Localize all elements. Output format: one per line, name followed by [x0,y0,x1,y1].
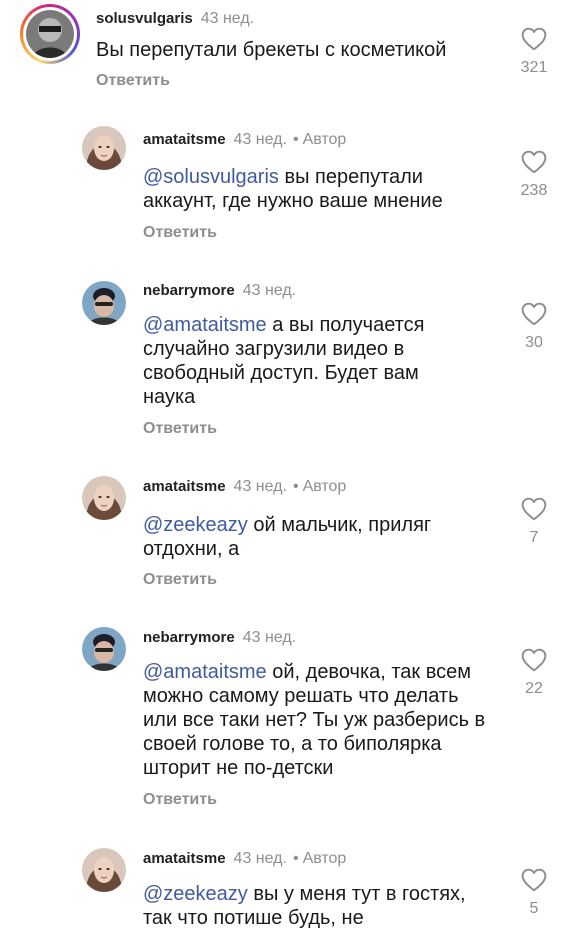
like-button[interactable]: 321 [514,27,554,77]
avatar[interactable] [82,281,126,325]
heart-outline-icon[interactable] [521,27,547,51]
avatar[interactable] [82,627,126,671]
like-button[interactable]: 5 [514,868,554,918]
like-count: 30 [525,334,543,351]
timestamp: 43 нед. [200,10,255,27]
author-badge: Автор [302,478,347,495]
like-button[interactable]: 238 [514,150,554,200]
username[interactable]: solusvulgaris [96,10,193,27]
heart-outline-icon[interactable] [521,497,547,521]
username[interactable]: amataitsme [143,478,226,495]
mention-link[interactable]: @solusvulgaris [143,166,279,188]
timestamp: 43 нед. [233,850,287,867]
username[interactable]: nebarrymore [143,629,235,646]
heart-outline-icon[interactable] [521,302,547,326]
avatar-photo-icon [82,281,126,325]
avatar[interactable] [82,848,126,892]
like-button[interactable]: 30 [514,302,554,352]
timestamp: 43 нед. [233,478,287,495]
comment-meta: amataitsme 43 нед. • Автор [143,130,346,150]
author-badge: Автор [302,131,347,148]
avatar-photo-icon [82,126,126,170]
comment-body: Вы перепутали брекеты с косметикой [96,39,447,61]
comment-meta: solusvulgaris 43 нед. [96,9,254,29]
like-count: 7 [529,529,539,546]
separator-dot: • [292,850,299,867]
mention-link[interactable]: @amataitsme [143,314,267,336]
mention-link[interactable]: @amataitsme [143,661,267,683]
like-count: 22 [525,680,543,697]
avatar-photo-icon [82,627,126,671]
reply-button[interactable]: Ответить [143,570,217,590]
timestamp: 43 нед. [233,131,287,148]
avatar[interactable] [82,126,126,170]
heart-outline-icon[interactable] [521,150,547,174]
like-count: 5 [529,900,539,917]
avatar-photo-icon [82,476,126,520]
like-count: 238 [520,182,548,199]
like-button[interactable]: 7 [514,497,554,547]
avatar-photo-icon [26,10,74,58]
like-button[interactable]: 22 [514,648,554,698]
heart-outline-icon[interactable] [521,868,547,892]
comment-text: @zeekeazy ой мальчик, приляг отдохни, а [143,513,483,561]
comment-meta: amataitsme 43 нед. • Автор [143,849,346,869]
reply-button[interactable]: Ответить [143,419,217,439]
comment-text: @solusvulgaris вы перепутали аккаунт, гд… [143,165,473,213]
comment-text: @amataitsme а вы получается случайно заг… [143,313,473,409]
mention-link[interactable]: @zeekeazy [143,883,248,905]
like-count: 321 [520,59,548,76]
comment-text: Вы перепутали брекеты с косметикой [96,38,496,62]
comment-text: @amataitsme ой, девочка, так всем можно … [143,660,488,780]
comment-meta: nebarrymore 43 нед. [143,628,296,648]
separator-dot: • [292,131,299,148]
avatar[interactable] [82,476,126,520]
author-badge: Автор [302,850,347,867]
username[interactable]: amataitsme [143,850,226,867]
username[interactable]: nebarrymore [143,282,235,299]
comment-meta: nebarrymore 43 нед. [143,281,296,301]
mention-link[interactable]: @zeekeazy [143,514,248,536]
timestamp: 43 нед. [242,629,297,646]
comment-text: @zeekeazy вы у меня тут в гостях, так чт… [143,882,473,930]
timestamp: 43 нед. [242,282,297,299]
username[interactable]: amataitsme [143,131,226,148]
reply-button[interactable]: Ответить [143,223,217,243]
reply-button[interactable]: Ответить [96,71,170,91]
heart-outline-icon[interactable] [521,648,547,672]
avatar-photo-icon [82,848,126,892]
separator-dot: • [292,478,299,495]
reply-button[interactable]: Ответить [143,790,217,810]
comment-meta: amataitsme 43 нед. • Автор [143,477,346,497]
avatar[interactable] [20,4,80,64]
